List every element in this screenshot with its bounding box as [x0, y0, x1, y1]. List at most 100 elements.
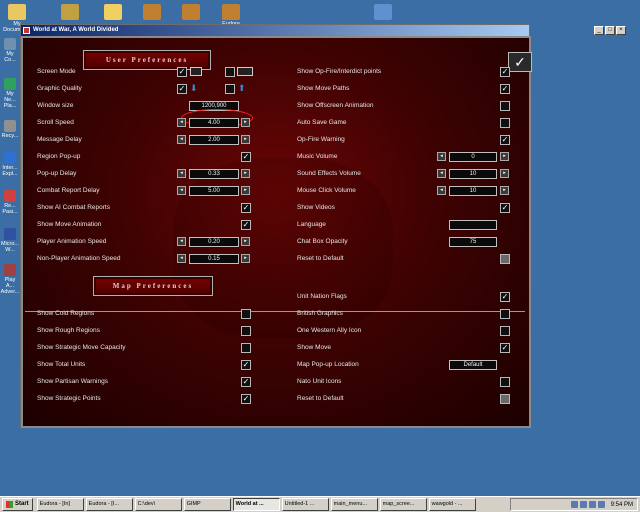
- tray-volume-icon[interactable]: [579, 501, 587, 508]
- desktop-icon[interactable]: [55, 4, 85, 21]
- show-strategic-move-capacity-checkbox[interactable]: [241, 343, 251, 353]
- desktop-icon[interactable]: [368, 4, 398, 21]
- player-anim-speed-field[interactable]: 0.20: [189, 237, 239, 247]
- music-volume-field[interactable]: 0: [449, 152, 497, 162]
- minimize-button[interactable]: _: [594, 26, 604, 35]
- taskbar-item[interactable]: GIMP: [183, 498, 231, 511]
- screen-mode-label: Screen Mode: [37, 68, 76, 75]
- nonplayer-anim-speed-increase-button[interactable]: ▸: [241, 254, 250, 263]
- desktop-icon[interactable]: Micro... W...: [0, 228, 20, 253]
- desktop-app-icon: [222, 4, 240, 20]
- desktop-icon[interactable]: Recy...: [0, 120, 20, 139]
- desktop-icon[interactable]: Play A... Adver...: [0, 264, 20, 295]
- show-move-checkbox[interactable]: ✓: [500, 343, 510, 353]
- music-volume-decrease-button[interactable]: ◂: [437, 152, 446, 161]
- reset-default-user-button[interactable]: [500, 254, 510, 264]
- music-volume-increase-button[interactable]: ▸: [500, 152, 509, 161]
- nonplayer-anim-speed-decrease-button[interactable]: ◂: [177, 254, 186, 263]
- desktop-icon[interactable]: [137, 4, 167, 21]
- scroll-speed-increase-button[interactable]: ▸: [241, 118, 250, 127]
- desktop-icon[interactable]: [176, 4, 206, 21]
- show-rough-regions-checkbox[interactable]: [241, 326, 251, 336]
- nato-unit-icons-checkbox[interactable]: [500, 377, 510, 387]
- region-popup-checkbox[interactable]: ✓: [241, 152, 251, 162]
- popup-delay-decrease-button[interactable]: ◂: [177, 169, 186, 178]
- show-ai-combat-reports-checkbox[interactable]: ✓: [241, 203, 251, 213]
- opfire-warning-checkbox[interactable]: ✓: [500, 135, 510, 145]
- popup-delay-increase-button[interactable]: ▸: [241, 169, 250, 178]
- show-partisan-warnings-checkbox[interactable]: ✓: [241, 377, 251, 387]
- message-delay-decrease-button[interactable]: ◂: [177, 135, 186, 144]
- desktop-icon[interactable]: My Co...: [0, 38, 20, 63]
- arrow-up-icon: ⬆: [238, 83, 246, 93]
- taskbar-item[interactable]: Eudora - [In]: [36, 498, 84, 511]
- game-window[interactable]: World at War, A World Divided User Prefe…: [20, 24, 532, 428]
- language-field[interactable]: [449, 220, 497, 230]
- message-delay-field[interactable]: 2.00: [189, 135, 239, 145]
- taskbar-items: Eudora - [In] Eudora - [I... C:\dev\ GIMP Wo…: [36, 498, 476, 511]
- taskbar-item[interactable]: Untitled-1 ...: [281, 498, 329, 511]
- tray-network-icon[interactable]: [570, 501, 578, 508]
- ok-checkmark-button[interactable]: ✓: [508, 52, 532, 72]
- player-anim-speed-decrease-button[interactable]: ◂: [177, 237, 186, 246]
- player-anim-speed-increase-button[interactable]: ▸: [241, 237, 250, 246]
- nonplayer-anim-speed-field[interactable]: 0.15: [189, 254, 239, 264]
- reset-default-map-button[interactable]: [500, 394, 510, 404]
- mouse-click-volume-increase-button[interactable]: ▸: [500, 186, 509, 195]
- title-bar[interactable]: World at War, A World Divided: [21, 25, 529, 36]
- player-animation-speed-label: Player Animation Speed: [37, 238, 107, 245]
- unit-nation-flags-checkbox[interactable]: ✓: [500, 292, 510, 302]
- combat-report-delay-decrease-button[interactable]: ◂: [177, 186, 186, 195]
- auto-save-checkbox[interactable]: [500, 118, 510, 128]
- sfx-volume-label: Sound Effects Volume: [297, 170, 361, 177]
- desktop-icon[interactable]: My Ne... Pla...: [0, 78, 20, 109]
- graphic-quality-low-checkbox[interactable]: ✓: [177, 84, 187, 94]
- maximize-button[interactable]: □: [605, 26, 615, 35]
- popup-delay-field[interactable]: 0.33: [189, 169, 239, 179]
- one-western-ally-icon-checkbox[interactable]: [500, 326, 510, 336]
- desktop-icon[interactable]: Re... Pasi...: [0, 190, 20, 215]
- close-button[interactable]: ×: [616, 26, 626, 35]
- sfx-volume-decrease-button[interactable]: ◂: [437, 169, 446, 178]
- taskbar-item[interactable]: main_menu...: [330, 498, 378, 511]
- show-videos-checkbox[interactable]: ✓: [500, 203, 510, 213]
- desktop-icon[interactable]: Inter... Expl...: [0, 152, 20, 177]
- screen-mode-fullscreen-checkbox[interactable]: [225, 67, 235, 77]
- chat-box-opacity-field[interactable]: 75: [449, 237, 497, 247]
- mouse-click-volume-field[interactable]: 10: [449, 186, 497, 196]
- chat-box-opacity-label: Chat Box Opacity: [297, 238, 348, 245]
- show-move-paths-checkbox[interactable]: ✓: [500, 84, 510, 94]
- show-move-animation-checkbox[interactable]: ✓: [241, 220, 251, 230]
- mouse-click-volume-decrease-button[interactable]: ◂: [437, 186, 446, 195]
- british-graphics-checkbox[interactable]: [500, 309, 510, 319]
- taskbar-item[interactable]: wawgold - ...: [428, 498, 476, 511]
- show-strategic-points-checkbox[interactable]: ✓: [241, 394, 251, 404]
- start-button[interactable]: Start: [2, 498, 33, 511]
- clock: 9:54 PM: [610, 501, 633, 508]
- windowed-mode-icon: [190, 67, 202, 76]
- show-cold-regions-checkbox[interactable]: [241, 309, 251, 319]
- message-delay-increase-button[interactable]: ▸: [241, 135, 250, 144]
- combat-report-delay-increase-button[interactable]: ▸: [241, 186, 250, 195]
- screen-mode-windowed-checkbox[interactable]: ✓: [177, 67, 187, 77]
- graphic-quality-high-checkbox[interactable]: [225, 84, 235, 94]
- fullscreen-mode-icon: [237, 67, 253, 76]
- taskbar-item[interactable]: Eudora - [I...: [85, 498, 133, 511]
- one-western-ally-icon-label: One Western Ally Icon: [297, 327, 362, 334]
- sfx-volume-field[interactable]: 10: [449, 169, 497, 179]
- show-offscreen-animation-label: Show Offscreen Animation: [297, 102, 374, 109]
- tray-app-icon[interactable]: [588, 501, 596, 508]
- combat-report-delay-field[interactable]: 5.00: [189, 186, 239, 196]
- show-total-units-checkbox[interactable]: ✓: [241, 360, 251, 370]
- desktop-icon[interactable]: [98, 4, 128, 21]
- tray-monitor-icon[interactable]: [597, 501, 605, 508]
- show-offscreen-animation-checkbox[interactable]: [500, 101, 510, 111]
- taskbar-item[interactable]: map_scree...: [379, 498, 427, 511]
- taskbar-item[interactable]: C:\dev\: [134, 498, 182, 511]
- scroll-speed-field[interactable]: 4.00: [189, 118, 239, 128]
- show-opfire-checkbox[interactable]: ✓: [500, 67, 510, 77]
- sfx-volume-increase-button[interactable]: ▸: [500, 169, 509, 178]
- taskbar-item[interactable]: World at ...: [232, 498, 280, 511]
- scroll-speed-decrease-button[interactable]: ◂: [177, 118, 186, 127]
- map-popup-location-field[interactable]: Default: [449, 360, 497, 370]
